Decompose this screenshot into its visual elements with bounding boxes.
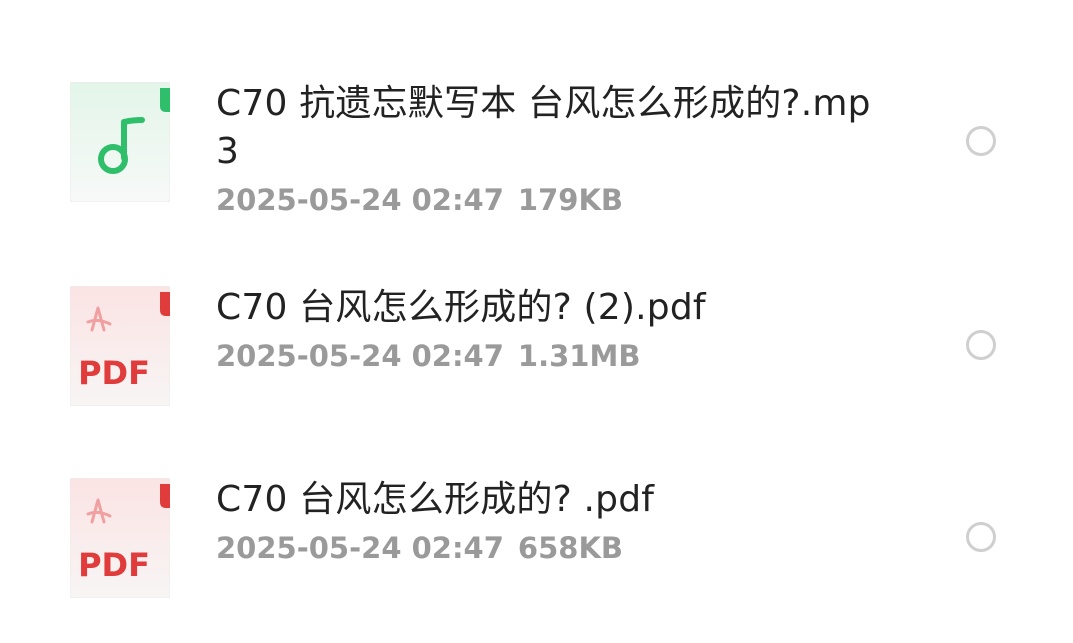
file-info: C70 台风怎么形成的? .pdf 2025-05-24 02:47 658KB bbox=[216, 476, 876, 566]
file-date: 2025-05-24 02:47 bbox=[216, 531, 504, 565]
file-meta: 2025-05-24 02:47 179KB bbox=[216, 182, 876, 218]
file-size: 658KB bbox=[517, 531, 624, 565]
file-date: 2025-05-24 02:47 bbox=[216, 339, 504, 373]
select-radio[interactable] bbox=[966, 330, 996, 360]
file-size: 179KB bbox=[517, 183, 624, 217]
select-radio[interactable] bbox=[966, 522, 996, 552]
svg-text:PDF: PDF bbox=[78, 354, 150, 392]
file-list: C70 抗遗忘默写本 台风怎么形成的?.mp3 2025-05-24 02:47… bbox=[0, 0, 1073, 643]
file-row[interactable]: C70 抗遗忘默写本 台风怎么形成的?.mp3 2025-05-24 02:47… bbox=[0, 62, 1073, 222]
music-note-icon bbox=[70, 82, 170, 202]
select-radio[interactable] bbox=[966, 126, 996, 156]
file-size: 1.31MB bbox=[517, 339, 641, 373]
file-info: C70 台风怎么形成的? (2).pdf 2025-05-24 02:47 1.3… bbox=[216, 284, 876, 374]
file-meta: 2025-05-24 02:47 1.31MB bbox=[216, 338, 876, 374]
file-name: C70 台风怎么形成的? (2).pdf bbox=[216, 287, 706, 328]
file-name: C70 抗遗忘默写本 台风怎么形成的?.mp3 bbox=[216, 83, 871, 172]
file-date: 2025-05-24 02:47 bbox=[216, 183, 504, 217]
file-info: C70 抗遗忘默写本 台风怎么形成的?.mp3 2025-05-24 02:47… bbox=[216, 80, 876, 218]
file-name: C70 台风怎么形成的? .pdf bbox=[216, 479, 655, 520]
file-meta: 2025-05-24 02:47 658KB bbox=[216, 530, 876, 566]
svg-text:PDF: PDF bbox=[78, 546, 150, 584]
pdf-icon: PDF bbox=[70, 478, 170, 598]
file-row[interactable]: PDF C70 台风怎么形成的? .pdf 2025-05-24 02:47 65… bbox=[0, 458, 1073, 618]
pdf-icon: PDF bbox=[70, 286, 170, 406]
file-row[interactable]: PDF C70 台风怎么形成的? (2).pdf 2025-05-24 02:4… bbox=[0, 266, 1073, 426]
